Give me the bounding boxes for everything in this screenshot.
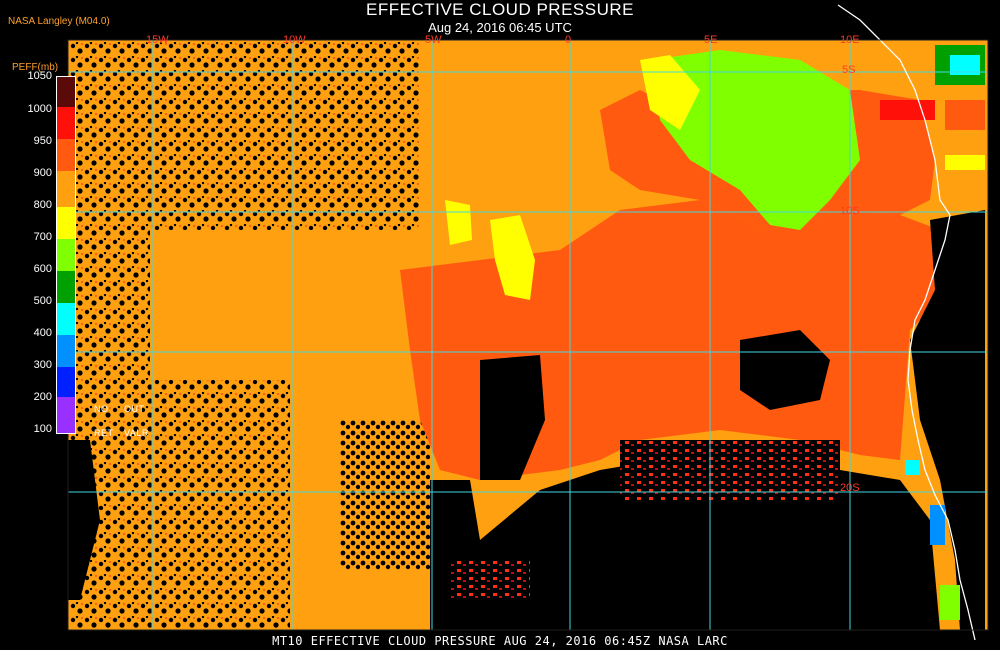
legend-tick: 600: [33, 263, 52, 275]
red-speck-field: [620, 440, 840, 500]
legend-swatch: [57, 367, 75, 397]
red-patch-east-1: [880, 100, 935, 120]
legend-tick: 700: [33, 231, 52, 243]
yellow-patch-east: [945, 155, 985, 170]
lat-label-10s: 10S: [840, 205, 860, 217]
legend-swatch: [57, 239, 75, 271]
legend-tick: 1050: [27, 70, 52, 82]
legend-tick: 950: [33, 135, 52, 147]
chart-subtitle: Aug 24, 2016 06:45 UTC: [428, 20, 572, 35]
red-patch-east-2: [945, 100, 985, 130]
legend-tick: 300: [33, 359, 52, 371]
legend-swatch: [57, 335, 75, 367]
cloud-pressure-map: [67, 4, 989, 641]
valr-label: VALR: [124, 428, 149, 438]
legend-tick: 400: [33, 327, 52, 339]
cyan-patch-coast: [905, 460, 920, 475]
lon-label-0: 0: [565, 34, 572, 46]
speckled-region-mid: [340, 420, 430, 570]
green-patch-coast: [940, 585, 960, 620]
legend-swatch: [57, 171, 75, 207]
legend-tick: 100: [33, 423, 52, 435]
lon-label-5w: 5W: [425, 34, 442, 46]
speckled-region-southwest: [150, 380, 290, 630]
speckled-region-northwest: [150, 40, 420, 230]
lon-label-15w: 15W: [146, 34, 169, 46]
out-label: OUT: [124, 404, 145, 414]
lat-label-20s: 20S: [840, 482, 860, 494]
lon-label-5e: 5E: [704, 34, 718, 46]
lon-label-10w: 10W: [283, 34, 306, 46]
no-label: NO: [94, 404, 109, 414]
legend-swatch: [57, 139, 75, 171]
legend-tick: 800: [33, 199, 52, 211]
legend-swatch: [57, 77, 75, 107]
color-legend: [56, 76, 76, 434]
footer-caption: MT10 EFFECTIVE CLOUD PRESSURE AUG 24, 20…: [272, 634, 728, 648]
lat-label-5s: 5S: [842, 64, 856, 76]
legend-swatch: [57, 207, 75, 239]
legend-swatch: [57, 107, 75, 139]
legend-swatch: [57, 271, 75, 303]
organization-label: NASA Langley (M04.0): [8, 16, 110, 27]
legend-tick: 900: [33, 167, 52, 179]
legend-swatch: [57, 397, 75, 433]
red-speck-field-2: [450, 560, 530, 600]
legend-tick: 1000: [27, 103, 52, 115]
legend-tick: 500: [33, 295, 52, 307]
legend-swatch: [57, 303, 75, 335]
legend-tick: 200: [33, 391, 52, 403]
chart-title: EFFECTIVE CLOUD PRESSURE: [366, 0, 634, 19]
lon-label-10e: 10E: [840, 34, 860, 46]
ret-label: RET: [94, 428, 114, 438]
